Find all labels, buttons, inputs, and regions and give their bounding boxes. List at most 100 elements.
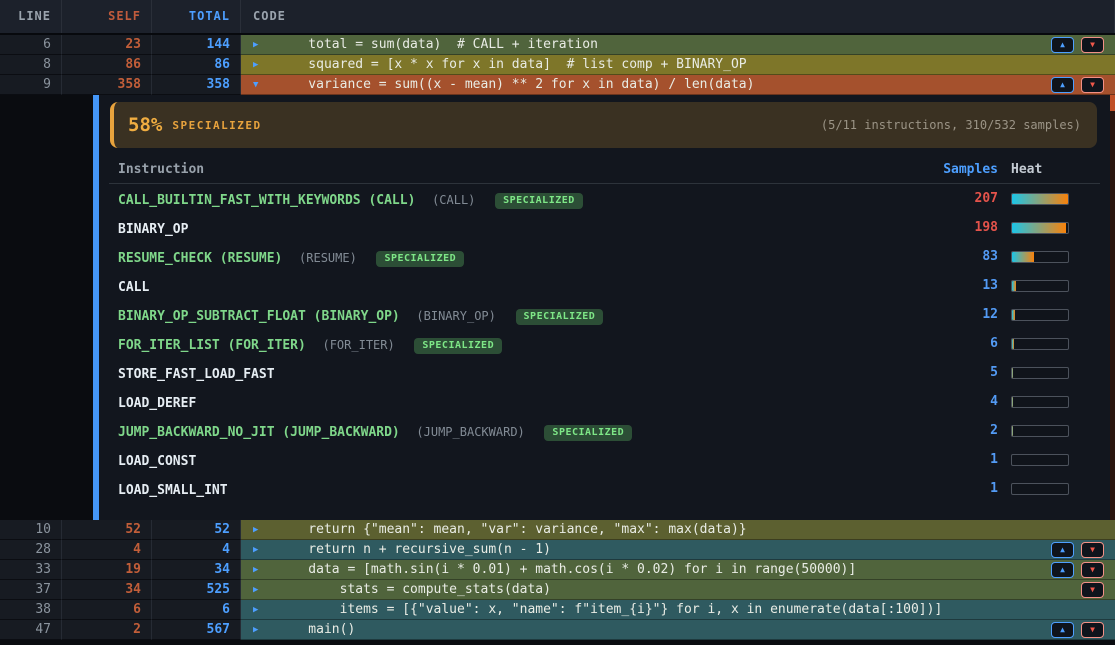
header-code: CODE xyxy=(241,0,1115,33)
expand-toggle-icon[interactable]: ▼ xyxy=(253,80,277,90)
total-samples: 6 xyxy=(152,600,241,620)
self-samples: 6 xyxy=(62,600,152,620)
instruction-samples: 1 xyxy=(918,481,998,496)
total-samples: 52 xyxy=(152,520,241,540)
specialized-badge: SPECIALIZED xyxy=(376,251,464,267)
heat-bar-fill xyxy=(1012,252,1034,262)
instruction-row: BINARY_OP 198 xyxy=(109,213,1100,242)
instruction-table: Instruction Samples Heat CALL_BUILTIN_FA… xyxy=(109,156,1100,503)
jump-down-button[interactable]: ▼ xyxy=(1081,77,1104,93)
instruction-samples: 6 xyxy=(918,336,998,351)
code-text: stats = compute_stats(data) xyxy=(277,580,551,599)
jump-down-button[interactable]: ▼ xyxy=(1081,622,1104,638)
expand-toggle-icon[interactable]: ▶ xyxy=(253,40,277,50)
instruction-base-opcode: (CALL) xyxy=(432,193,475,207)
heat-bar xyxy=(1011,251,1069,263)
code-line[interactable]: ▼ variance = sum((x - mean) ** 2 for x i… xyxy=(241,75,1115,95)
instruction-samples: 1 xyxy=(918,452,998,467)
jump-up-button[interactable]: ▲ xyxy=(1051,37,1074,53)
self-samples: 358 xyxy=(62,75,152,95)
jump-down-button[interactable]: ▼ xyxy=(1081,542,1104,558)
jump-up-button[interactable]: ▲ xyxy=(1051,622,1074,638)
instruction-base-opcode: (BINARY_OP) xyxy=(416,309,495,323)
code-text: data = [math.sin(i * 0.01) + math.cos(i … xyxy=(277,560,856,579)
expand-toggle-icon[interactable]: ▶ xyxy=(253,625,277,635)
jump-up-button[interactable]: ▲ xyxy=(1051,542,1074,558)
heat-bar xyxy=(1011,425,1069,437)
expand-toggle-icon[interactable]: ▶ xyxy=(253,60,277,70)
instruction-name: LOAD_CONST xyxy=(118,454,196,469)
specialization-banner: 58% SPECIALIZED (5/11 instructions, 310/… xyxy=(110,102,1097,148)
heat-bar-fill xyxy=(1012,223,1066,233)
heat-bar-fill xyxy=(1012,426,1013,436)
total-samples: 4 xyxy=(152,540,241,560)
jump-down-button[interactable]: ▼ xyxy=(1081,37,1104,53)
detail-scrollbar-thumb[interactable] xyxy=(1110,95,1115,111)
instruction-name: LOAD_DEREF xyxy=(118,396,196,411)
heat-bar xyxy=(1011,338,1069,350)
expand-toggle-icon[interactable]: ▶ xyxy=(253,605,277,615)
code-text: total = sum(data) # CALL + iteration xyxy=(277,35,598,54)
instruction-rows: CALL_BUILTIN_FAST_WITH_KEYWORDS (CALL) (… xyxy=(109,184,1100,503)
code-text: return {"mean": mean, "var": variance, "… xyxy=(277,520,747,539)
code-text: return n + recursive_sum(n - 1) xyxy=(277,540,551,559)
code-line[interactable]: ▶ data = [math.sin(i * 0.01) + math.cos(… xyxy=(241,560,1115,580)
line-number: 28 xyxy=(0,540,62,560)
code-line[interactable]: ▶ stats = compute_stats(data) ▼ xyxy=(241,580,1115,600)
code-text: squared = [x * x for x in data] # list c… xyxy=(277,55,747,74)
instruction-row: JUMP_BACKWARD_NO_JIT (JUMP_BACKWARD) (JU… xyxy=(109,416,1100,445)
heat-bar-fill xyxy=(1012,339,1014,349)
header-total: TOTAL xyxy=(152,0,241,33)
jump-down-button[interactable]: ▼ xyxy=(1081,582,1104,598)
instruction-samples: 2 xyxy=(918,423,998,438)
instruction-samples: 12 xyxy=(918,307,998,322)
instruction-detail-section: 58% SPECIALIZED (5/11 instructions, 310/… xyxy=(0,95,1115,520)
code-line[interactable]: ▶ squared = [x * x for x in data] # list… xyxy=(241,55,1115,75)
instruction-row: STORE_FAST_LOAD_FAST 5 xyxy=(109,358,1100,387)
instruction-base-opcode: (JUMP_BACKWARD) xyxy=(416,425,524,439)
expand-toggle-icon[interactable]: ▶ xyxy=(253,585,277,595)
line-number: 8 xyxy=(0,55,62,75)
top-code-rows: 6 23 144 ▶ total = sum(data) # CALL + it… xyxy=(0,35,1115,95)
expand-toggle-icon[interactable]: ▶ xyxy=(253,565,277,575)
code-line[interactable]: ▶ items = [{"value": x, "name": f"item_{… xyxy=(241,600,1115,620)
instruction-base-opcode: (FOR_ITER) xyxy=(322,338,394,352)
heat-bar xyxy=(1011,309,1069,321)
heat-bar xyxy=(1011,454,1069,466)
instruction-row: BINARY_OP_SUBTRACT_FLOAT (BINARY_OP) (BI… xyxy=(109,300,1100,329)
code-line[interactable]: ▶ total = sum(data) # CALL + iteration ▲… xyxy=(241,35,1115,55)
instruction-row: CALL_BUILTIN_FAST_WITH_KEYWORDS (CALL) (… xyxy=(109,184,1100,213)
heat-bar-fill xyxy=(1012,310,1015,320)
code-table-row: 37 34 525 ▶ stats = compute_stats(data) … xyxy=(0,580,1115,600)
code-text: main() xyxy=(277,620,355,639)
instruction-samples: 13 xyxy=(918,278,998,293)
line-number: 6 xyxy=(0,35,62,55)
instruction-row: FOR_ITER_LIST (FOR_ITER) (FOR_ITER) SPEC… xyxy=(109,329,1100,358)
code-text: variance = sum((x - mean) ** 2 for x in … xyxy=(277,75,754,94)
jump-up-button[interactable]: ▲ xyxy=(1051,562,1074,578)
instruction-samples: 83 xyxy=(918,249,998,264)
heat-bar xyxy=(1011,280,1069,292)
bottom-code-rows: 10 52 52 ▶ return {"mean": mean, "var": … xyxy=(0,520,1115,640)
self-samples: 23 xyxy=(62,35,152,55)
instruction-samples: 207 xyxy=(918,191,998,206)
header-line: LINE xyxy=(0,0,62,33)
samples-column-header[interactable]: Samples xyxy=(918,162,998,177)
total-samples: 567 xyxy=(152,620,241,640)
line-number: 47 xyxy=(0,620,62,640)
expand-toggle-icon[interactable]: ▶ xyxy=(253,545,277,555)
expand-toggle-icon[interactable]: ▶ xyxy=(253,525,277,535)
heat-bar-fill xyxy=(1012,194,1068,204)
instruction-name: CALL xyxy=(118,280,149,295)
heat-bar-fill xyxy=(1012,368,1013,378)
code-line[interactable]: ▶ return {"mean": mean, "var": variance,… xyxy=(241,520,1115,540)
self-samples: 19 xyxy=(62,560,152,580)
code-line[interactable]: ▶ return n + recursive_sum(n - 1) ▲ ▼ xyxy=(241,540,1115,560)
code-line[interactable]: ▶ main() ▲ ▼ xyxy=(241,620,1115,640)
instruction-name: STORE_FAST_LOAD_FAST xyxy=(118,367,275,382)
detail-scrollbar[interactable] xyxy=(1110,95,1115,520)
jump-down-button[interactable]: ▼ xyxy=(1081,562,1104,578)
self-samples: 2 xyxy=(62,620,152,640)
code-table-row: 28 4 4 ▶ return n + recursive_sum(n - 1)… xyxy=(0,540,1115,560)
jump-up-button[interactable]: ▲ xyxy=(1051,77,1074,93)
